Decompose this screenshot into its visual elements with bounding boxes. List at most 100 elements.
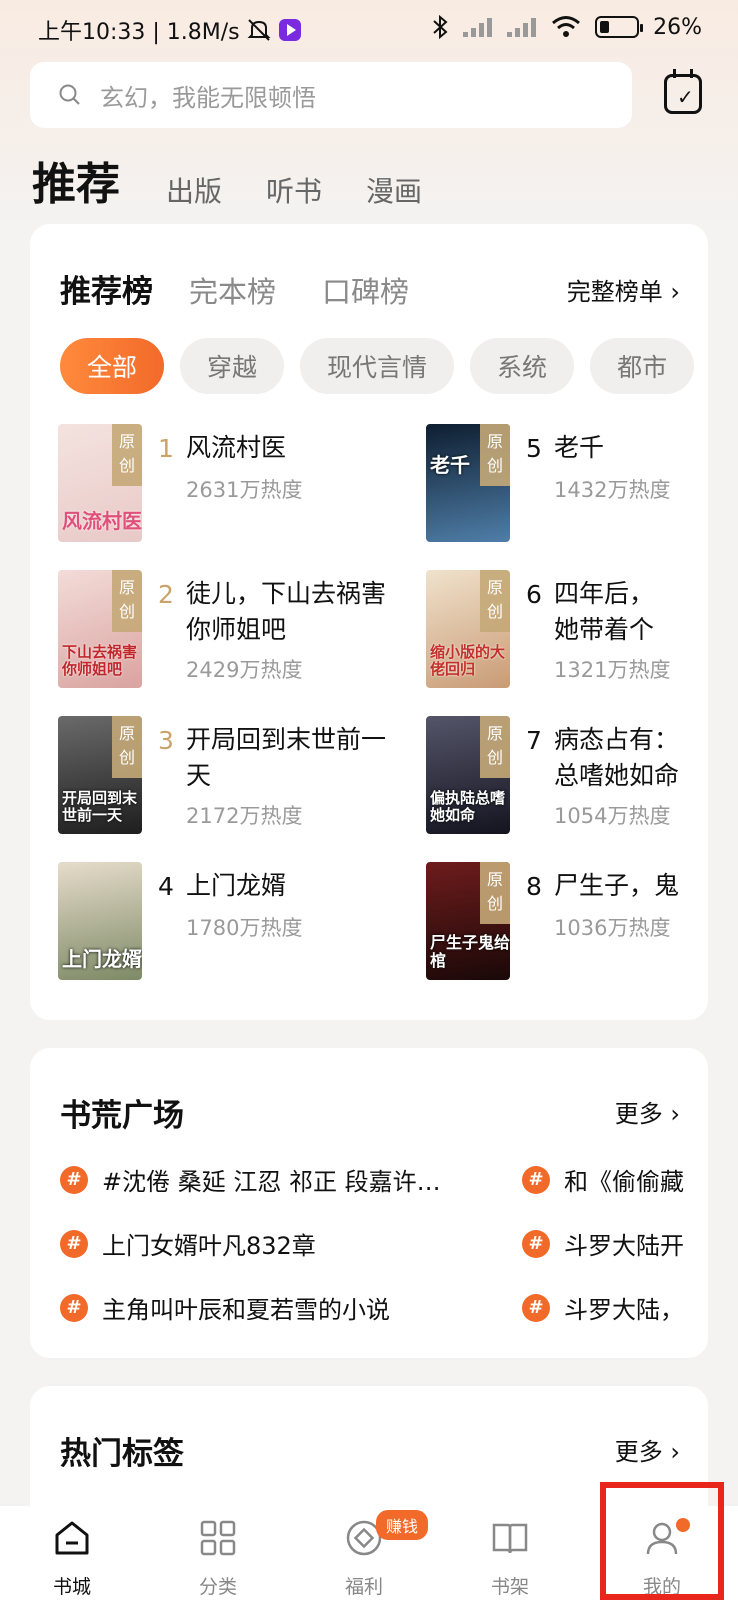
topic-text: 上门女婿叶凡832章 [102,1232,316,1260]
topic-item[interactable]: # #沈倦 桑延 江忍 祁正 段嘉许… [60,1162,441,1197]
book-item[interactable]: 上门龙婿 4 上门龙婿 1780万热度 [58,862,418,982]
battery-icon [595,16,644,38]
filter-modern-romance[interactable]: 现代言情 [300,338,455,394]
highlight-box [600,1482,724,1600]
tab-finished-rank[interactable]: 完本榜 [189,269,276,311]
signal-icon [463,17,493,37]
book-heat: 2429万热度 [186,658,303,682]
filter-time-travel[interactable]: 穿越 [180,338,285,394]
tab-recommend-rank[interactable]: 推荐榜 [60,266,153,311]
tab-comics[interactable]: 漫画 [366,170,422,212]
channel-tabs: 推荐 出版 听书 漫画 [32,148,466,212]
book-item[interactable]: 原创 偏执陆总嗜她如命 7 病态占有：总嗜她如命 1054万热度 [426,716,708,836]
book-rank: 5 [526,434,542,463]
book-cover: 原创 风流村医 [58,424,142,542]
hashtag-icon: # [60,1165,88,1194]
battery-fill [600,21,609,33]
original-badge: 原创 [480,716,510,778]
bluetooth-icon [433,14,448,40]
book-heat: 1036万热度 [554,916,671,940]
book-cover: 原创 尸生子鬼给棺 [426,862,510,980]
book-title: 四年后，她带着个缩小版的 [554,579,655,644]
topic-text: #沈倦 桑延 江忍 祁正 段嘉许… [102,1168,441,1196]
tab-reputation-rank[interactable]: 口碑榜 [322,269,409,311]
hashtag-icon: # [60,1293,88,1322]
book-cover: 原创 开局回到末世前一天 [58,716,142,834]
book-title: 上门龙婿 [186,871,287,900]
hashtag-icon: # [522,1293,550,1322]
nav-label: 书城 [52,1576,91,1598]
nav-bookstore[interactable]: 书城 [22,1518,122,1599]
search-bar[interactable]: 玄幻，我能无限顿悟 [30,62,632,128]
topic-text: 主角叫叶辰和夏若雪的小说 [102,1296,390,1324]
book-icon [492,1523,528,1554]
search-placeholder: 玄幻，我能无限顿悟 [100,83,316,112]
book-cover: 原创 偏执陆总嗜她如命 [426,716,510,834]
nav-label: 福利 [344,1576,383,1598]
book-rank: 8 [526,872,542,901]
book-cover: 原创 老千 [426,424,510,542]
topic-item[interactable]: # 主角叫叶辰和夏若雪的小说 [60,1290,390,1325]
nav-category[interactable]: 分类 [168,1518,268,1599]
nav-bookshelf[interactable]: 书架 [460,1518,560,1599]
filter-system[interactable]: 系统 [470,338,575,394]
book-rank: 4 [158,872,174,901]
book-title: 老千 [554,433,605,462]
book-item[interactable]: 原创 缩小版的大佬回归 6 四年后，她带着个缩小版的 1321万热度 [426,570,708,690]
book-title: 病态占有：总嗜她如命 [554,725,680,790]
topic-text: 斗罗大陆开 [564,1232,684,1260]
full-list-link[interactable]: 完整榜单 › [567,272,680,307]
nav-label: 书架 [490,1576,529,1598]
wifi-icon [552,16,581,37]
topic-text: 和《偷偷藏 [564,1168,684,1196]
cover-title: 老千 [430,453,470,477]
book-cover: 原创 缩小版的大佬回归 [426,570,510,688]
topic-item[interactable]: # 斗罗大陆， [522,1290,684,1325]
cover-title: 上门龙婿 [62,947,142,971]
tab-audiobook[interactable]: 听书 [266,170,322,212]
topic-item[interactable]: # 和《偷偷藏 [522,1162,684,1197]
book-title: 徒儿，下山去祸害你师姐吧 [186,579,387,644]
app-notification-icon [278,19,301,41]
book-heat: 2172万热度 [186,804,303,828]
checkin-calendar-icon[interactable]: ✓ [664,69,702,114]
original-badge: 原创 [112,716,142,778]
cover-title: 偏执陆总嗜她如命 [430,789,506,824]
book-plaza-title: 书荒广场 [60,1098,184,1134]
book-heat: 1780万热度 [186,916,303,940]
mute-bell-icon [247,19,271,41]
filter-urban[interactable]: 都市 [590,338,695,394]
tab-publish[interactable]: 出版 [166,170,222,212]
ranking-tabs: 推荐榜 完本榜 口碑榜 [60,266,455,311]
book-plaza-more[interactable]: 更多 › [615,1094,680,1129]
book-item[interactable]: 原创 下山去祸害你师姐吧 2 徒儿，下山去祸害你师姐吧 2429万热度 [58,570,418,690]
cover-title: 下山去祸害你师姐吧 [62,643,138,678]
hot-tags-more[interactable]: 更多 › [615,1432,680,1467]
book-title: 风流村医 [186,433,287,462]
filter-all[interactable]: 全部 [60,338,165,394]
book-rank: 1 [158,434,174,463]
search-icon [59,84,80,105]
original-badge: 原创 [480,570,510,632]
topic-item[interactable]: # 斗罗大陆开 [522,1226,684,1261]
status-right: 26% [431,14,702,40]
book-heat: 1432万热度 [554,478,671,502]
book-rank: 2 [158,580,174,609]
status-left: 上午10:33 | 1.8M/s [38,14,302,46]
home-icon [55,1521,89,1555]
book-rank: 6 [526,580,542,609]
book-item[interactable]: 原创 老千 5 老千 1432万热度 [426,424,708,544]
tab-recommend[interactable]: 推荐 [32,148,120,212]
topic-text: 斗罗大陆， [564,1296,684,1324]
hot-tags-title: 热门标签 [60,1436,184,1472]
grid-icon [200,1520,236,1556]
book-item[interactable]: 原创 尸生子鬼给棺 8 尸生子，鬼 1036万热度 [426,862,708,982]
ranking-card: 推荐榜 完本榜 口碑榜 完整榜单 › 全部 穿越 现代言情 系统 都市 原创 风… [30,224,708,1020]
book-heat: 1054万热度 [554,804,671,828]
original-badge: 原创 [112,570,142,632]
topic-item[interactable]: # 上门女婿叶凡832章 [60,1226,316,1261]
category-filters: 全部 穿越 现代言情 系统 都市 [60,338,695,394]
book-title: 开局回到末世前一天 [186,725,387,790]
book-item[interactable]: 原创 开局回到末世前一天 3 开局回到末世前一天 2172万热度 [58,716,418,836]
book-item[interactable]: 原创 风流村医 1 风流村医 2631万热度 [58,424,418,544]
